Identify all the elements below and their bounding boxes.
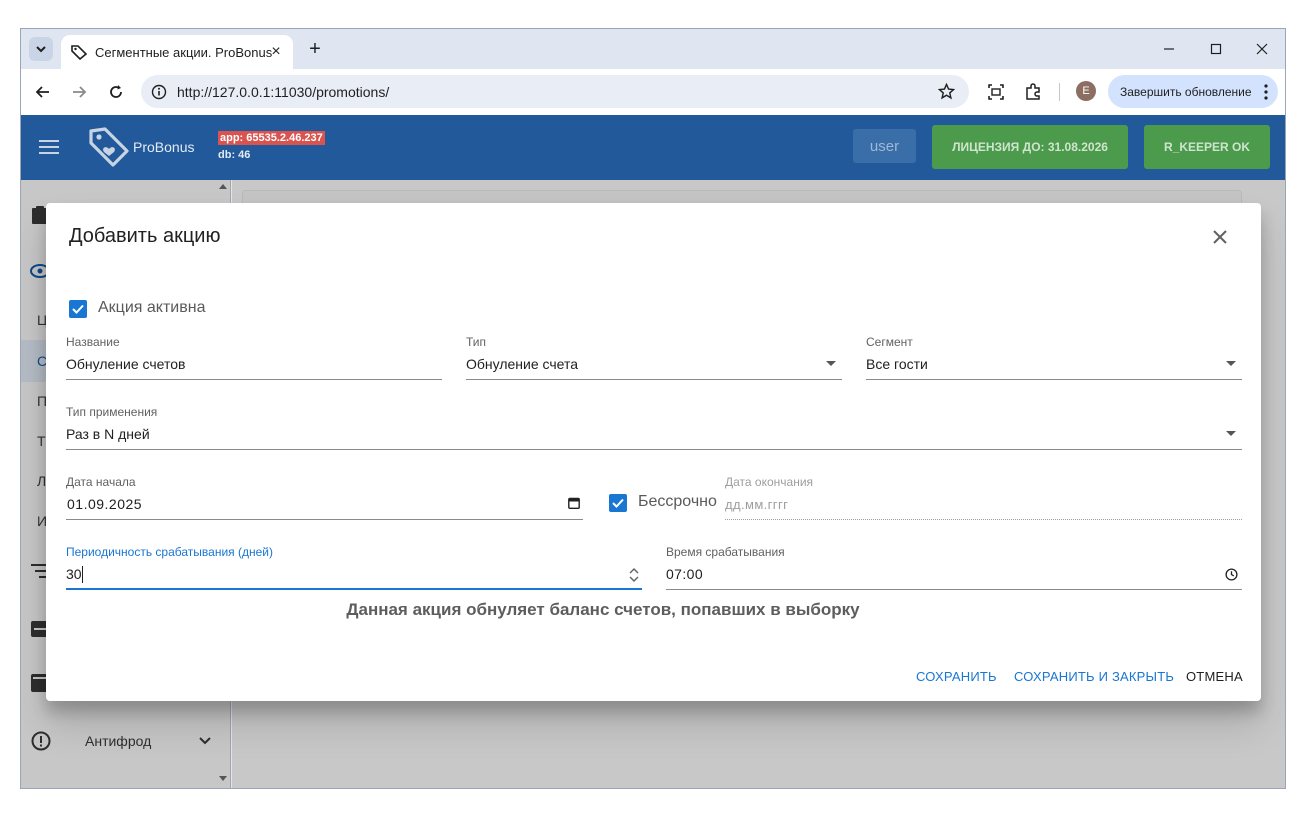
- screenshot-icon[interactable]: [984, 80, 1008, 104]
- period-days-label: Периодичность срабатывания (дней): [66, 545, 273, 559]
- save-and-close-button[interactable]: СОХРАНИТЬ И ЗАКРЫТЬ: [1014, 669, 1174, 684]
- segment-value: Все гости: [866, 356, 928, 372]
- end-date-placeholder: дд.мм.гггг: [725, 497, 789, 512]
- url-text: http://127.0.0.1:11030/promotions/: [177, 83, 390, 100]
- browser-window: Сегментные акции. ProBonus × + http://12…: [20, 28, 1286, 789]
- name-label: Название: [66, 335, 120, 349]
- browser-toolbar: http://127.0.0.1:11030/promotions/ E Зав…: [21, 69, 1285, 115]
- close-window-icon[interactable]: [1239, 35, 1285, 63]
- promotion-info-text: Данная акция обнуляет баланс счетов, поп…: [346, 600, 860, 619]
- calendar-icon[interactable]: [568, 497, 580, 509]
- type-select[interactable]: Тип Обнуление счета: [466, 335, 842, 380]
- check-icon: [612, 498, 624, 508]
- name-value: Обнуление счетов: [66, 356, 186, 372]
- type-label: Тип: [466, 335, 487, 349]
- maximize-icon[interactable]: [1193, 35, 1239, 63]
- update-button[interactable]: Завершить обновление: [1108, 75, 1278, 108]
- back-icon[interactable]: [31, 80, 55, 104]
- more-vert-icon[interactable]: [1264, 84, 1268, 100]
- name-field[interactable]: Название Обнуление счетов: [66, 335, 442, 380]
- minimize-icon[interactable]: [1146, 35, 1192, 63]
- apply-type-value: Раз в N дней: [66, 426, 150, 442]
- scroll-down-icon[interactable]: [219, 776, 227, 781]
- unlimited-checkbox-label: Бессрочно: [638, 493, 717, 510]
- unlimited-checkbox[interactable]: [609, 494, 627, 512]
- tab-search-chevron-icon[interactable]: [29, 37, 53, 61]
- alert-circle-icon: [31, 731, 51, 751]
- license-button[interactable]: ЛИЦЕНЗИЯ ДО: 31.08.2026: [932, 125, 1128, 169]
- reload-icon[interactable]: [104, 80, 128, 104]
- app-version: app: 65535.2.46.237: [218, 131, 325, 145]
- user-button[interactable]: user: [853, 129, 916, 163]
- hamburger-menu-icon[interactable]: [39, 140, 59, 159]
- period-days-value: 30: [66, 566, 82, 582]
- trigger-time-field[interactable]: Время срабатывания 07:00: [666, 545, 1242, 590]
- dropdown-arrow-icon: [1226, 431, 1236, 436]
- type-value: Обнуление счета: [466, 356, 579, 372]
- apply-type-label: Тип применения: [66, 405, 158, 419]
- sidebar-item-label: Антифрод: [85, 733, 152, 749]
- active-checkbox-label: Акция активна: [98, 299, 206, 316]
- rkeeper-status-button[interactable]: R_KEEPER OK: [1144, 125, 1270, 169]
- probonus-logo-icon: [87, 125, 131, 174]
- trigger-time-label: Время срабатывания: [666, 545, 785, 559]
- add-promotion-dialog: Добавить акцию Акция активна Название Об…: [46, 203, 1261, 701]
- chevron-down-icon[interactable]: [199, 737, 211, 745]
- start-date-field[interactable]: Дата начала 01.09.2025: [66, 475, 583, 520]
- save-button[interactable]: СОХРАНИТЬ: [916, 669, 997, 684]
- toolbar-divider: [1059, 83, 1060, 101]
- logo-text: ProBonus: [133, 139, 195, 155]
- active-tab[interactable]: Сегментные акции. ProBonus ×: [61, 35, 293, 69]
- period-days-input[interactable]: Периодичность срабатывания (дней) 30: [66, 545, 642, 590]
- tab-strip: Сегментные акции. ProBonus × +: [21, 29, 1285, 69]
- tab-title: Сегментные акции. ProBonus: [95, 44, 273, 60]
- tab-close-icon[interactable]: ×: [267, 43, 285, 61]
- segment-label: Сегмент: [866, 335, 913, 349]
- app-header: ProBonus app: 65535.2.46.237 db: 46 user…: [21, 115, 1285, 180]
- dialog-title: Добавить акцию: [69, 225, 221, 247]
- check-icon: [72, 304, 84, 314]
- text-cursor: [82, 566, 83, 583]
- extensions-icon[interactable]: [1021, 80, 1045, 104]
- trigger-time-value: 07:00: [666, 566, 704, 582]
- active-checkbox[interactable]: [69, 300, 87, 318]
- end-date-label: Дата окончания: [725, 475, 814, 489]
- start-date-label: Дата начала: [66, 475, 136, 489]
- address-bar[interactable]: http://127.0.0.1:11030/promotions/: [141, 75, 969, 108]
- segment-select[interactable]: Сегмент Все гости: [866, 335, 1242, 380]
- sidebar-item-antifraud[interactable]: Антифрод: [21, 720, 230, 762]
- apply-type-select[interactable]: Тип применения Раз в N дней: [66, 405, 1242, 450]
- start-date-value: 01.09.2025: [67, 496, 143, 512]
- end-date-field[interactable]: Дата окончания дд.мм.гггг: [725, 475, 1242, 520]
- bookmark-star-icon[interactable]: [938, 83, 955, 100]
- profile-avatar[interactable]: E: [1076, 81, 1096, 101]
- cancel-button[interactable]: ОТМЕНА: [1186, 669, 1243, 684]
- db-version: db: 46: [218, 149, 251, 161]
- forward-icon[interactable]: [67, 80, 91, 104]
- new-tab-button[interactable]: +: [303, 37, 327, 61]
- number-spinner-icon[interactable]: [629, 566, 639, 584]
- update-label: Завершить обновление: [1120, 84, 1252, 99]
- site-info-icon[interactable]: [151, 84, 167, 100]
- dropdown-arrow-icon: [826, 361, 836, 366]
- close-icon[interactable]: [1206, 223, 1234, 251]
- scroll-up-icon[interactable]: [219, 184, 227, 189]
- clock-icon[interactable]: [1225, 568, 1238, 581]
- dropdown-arrow-icon: [1226, 361, 1236, 366]
- tag-heart-icon: [71, 45, 87, 60]
